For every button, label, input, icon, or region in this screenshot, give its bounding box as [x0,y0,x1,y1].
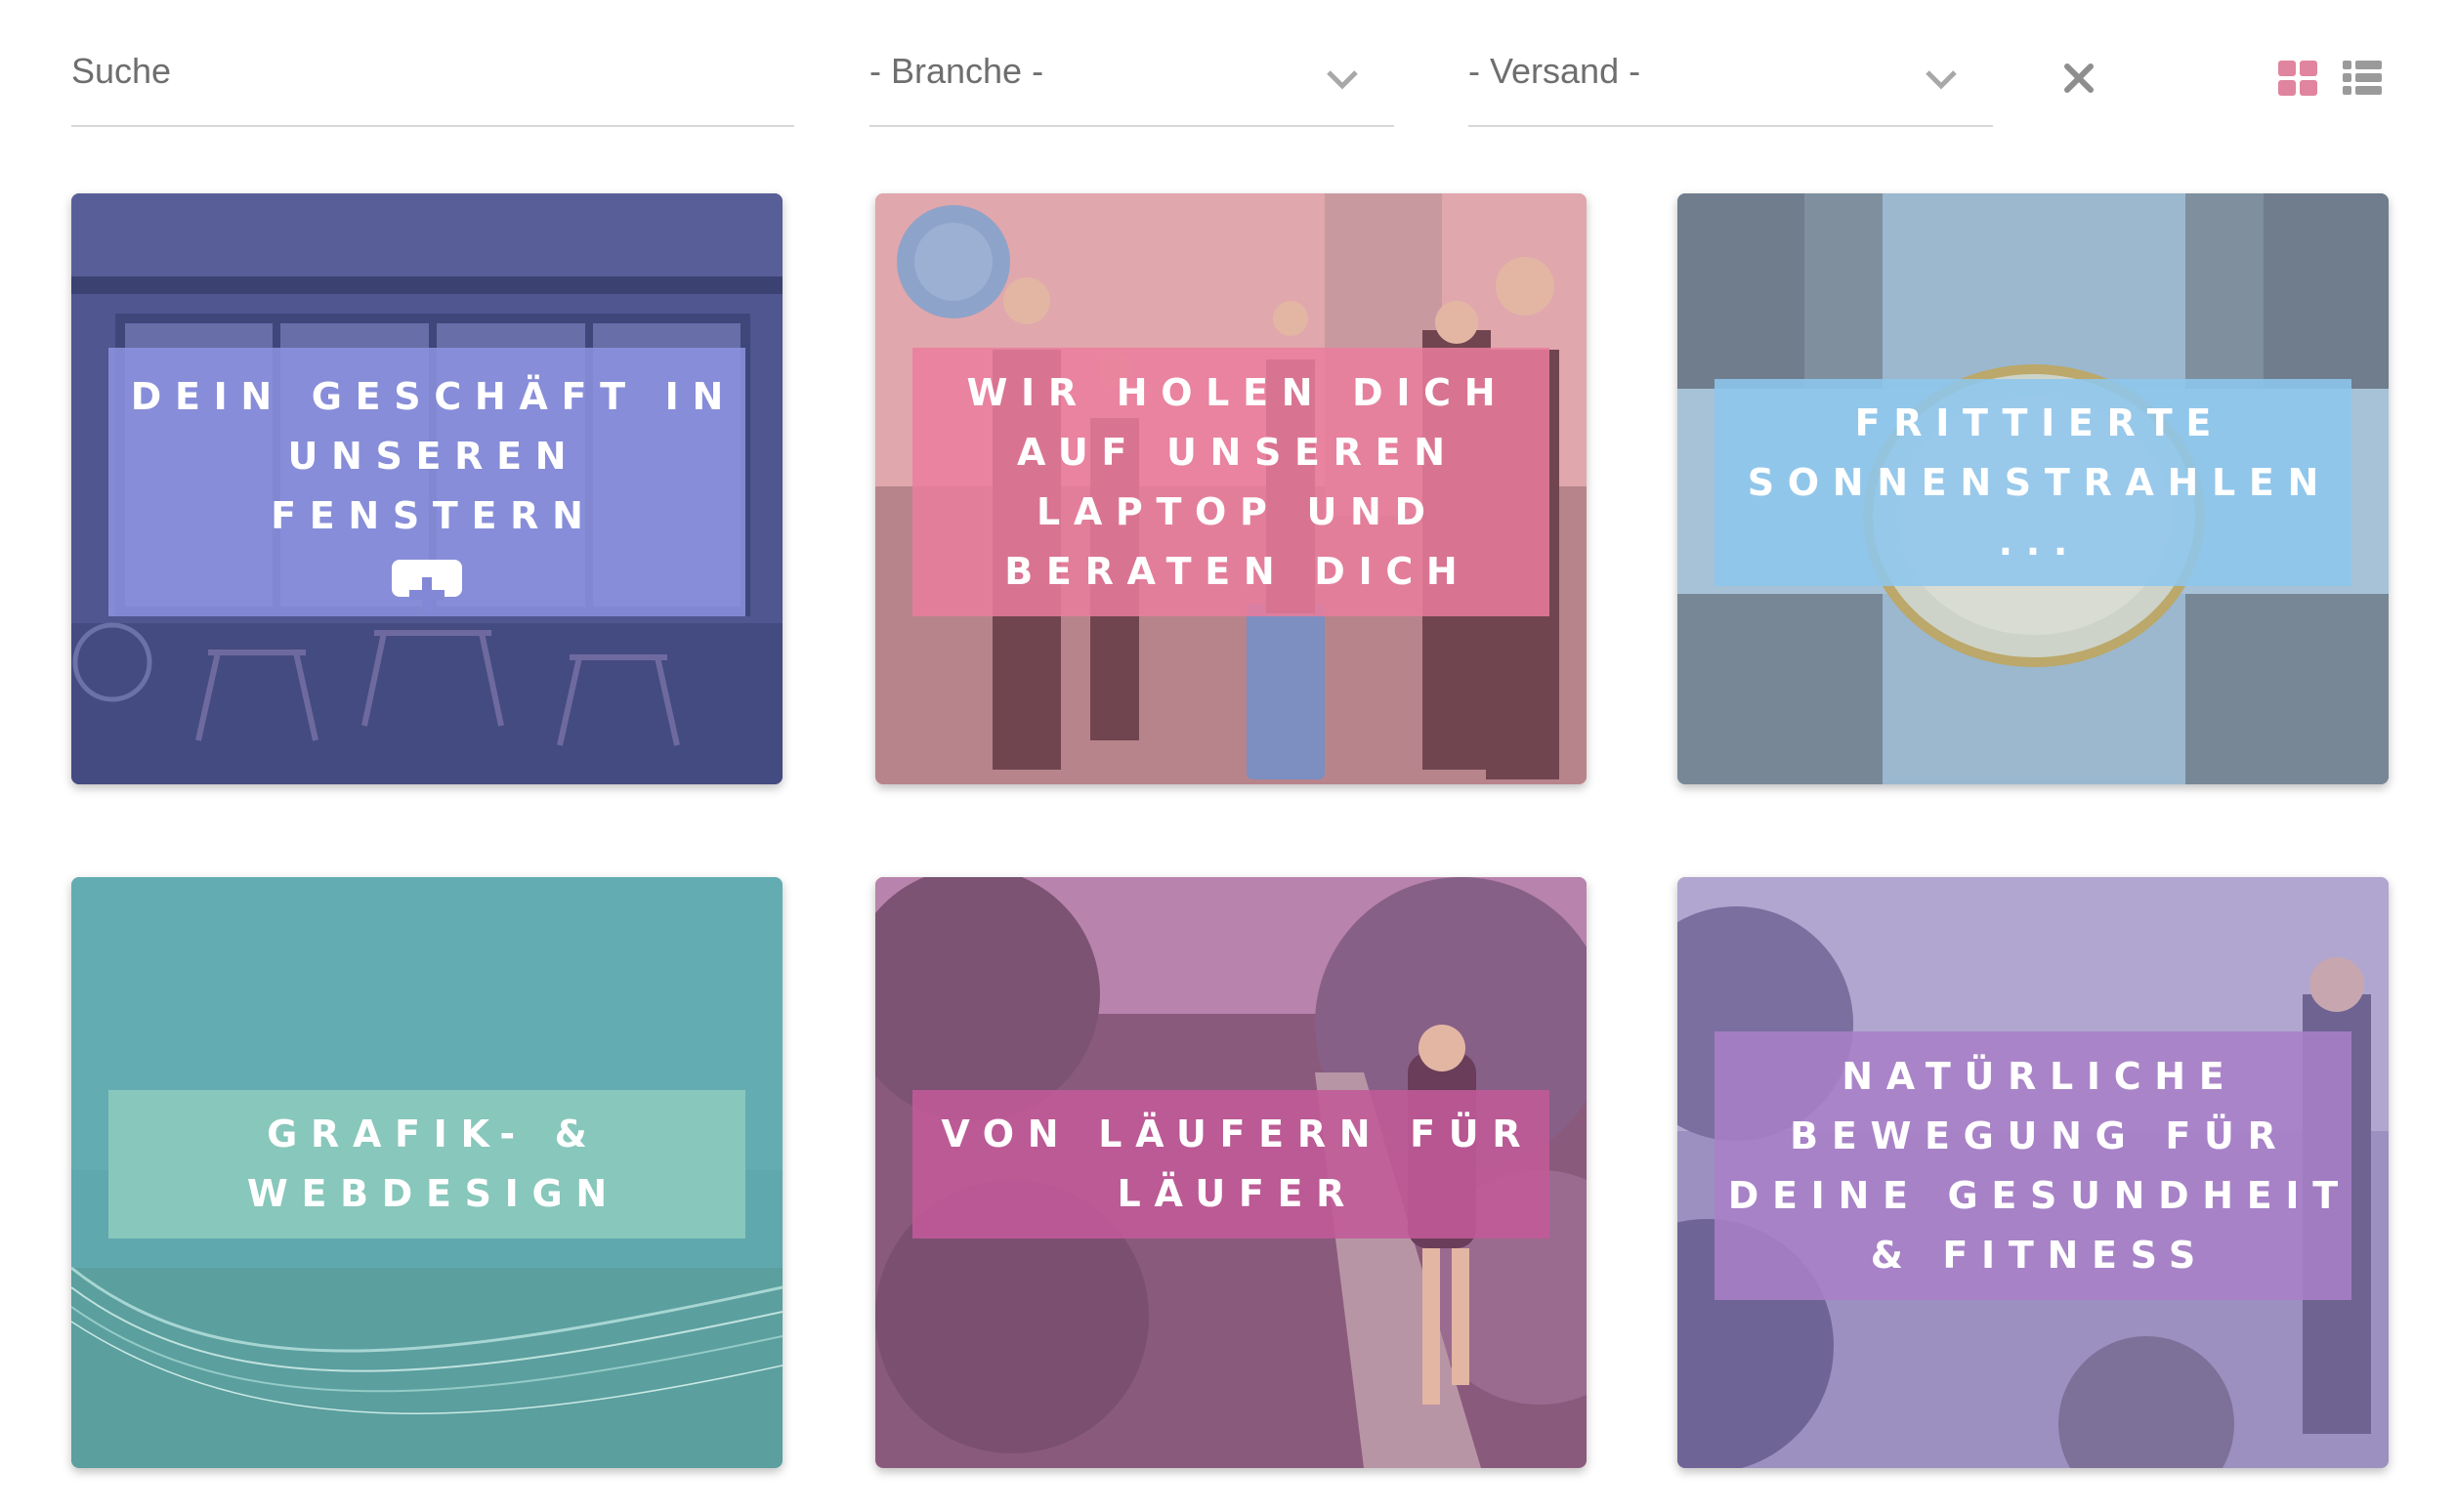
list-view-icon[interactable] [2343,61,2382,96]
chevron-down-icon [1926,70,1957,90]
plus-icon[interactable] [392,560,462,612]
search-placeholder: Suche [71,51,172,91]
card-fried-sunbeams[interactable]: FRITTIERTE SONNENSTRAHLEN ... [1677,193,2389,784]
close-icon[interactable] [2061,61,2096,96]
card-title-box: VON LÄUFERN FÜR LÄUFER [912,1090,1549,1239]
card-title-box: GRAFIK- & WEBDESIGN [108,1090,745,1239]
search-field[interactable]: Suche [71,39,794,127]
card-runners[interactable]: VON LÄUFERN FÜR LÄUFER [875,877,1587,1468]
card-title: VON LÄUFERN FÜR LÄUFER [941,1113,1535,1215]
card-title: NATÜRLICHE BEWEGUNG FÜR DEINE GESUNDHEIT… [1727,1054,2351,1277]
chevron-down-icon [1327,70,1358,90]
branche-dropdown-label: - Branche - [869,51,1044,91]
card-laptop-consulting[interactable]: WIR HOLEN DICH AUF UNSEREN LAPTOP UND BE… [875,193,1587,784]
card-title-box: NATÜRLICHE BEWEGUNG FÜR DEINE GESUNDHEIT… [1715,1031,2351,1300]
versand-dropdown-label: - Versand - [1468,51,1641,91]
grid-view-icon[interactable] [2278,61,2317,96]
card-title: WIR HOLEN DICH AUF UNSEREN LAPTOP UND BE… [966,370,1509,593]
card-graphic-webdesign[interactable]: GRAFIK- & WEBDESIGN [71,877,783,1468]
card-natural-movement[interactable]: NATÜRLICHE BEWEGUNG FÜR DEINE GESUNDHEIT… [1677,877,2389,1468]
versand-dropdown[interactable]: - Versand - [1468,39,1993,127]
card-title: DEIN GESCHÄFT IN UNSEREN FENSTERN [130,375,737,537]
card-title: FRITTIERTE SONNENSTRAHLEN ... [1747,400,2332,564]
card-title-box: WIR HOLEN DICH AUF UNSEREN LAPTOP UND BE… [912,348,1549,616]
card-title: GRAFIK- & WEBDESIGN [246,1113,620,1215]
card-shop-windows[interactable]: DEIN GESCHÄFT IN UNSEREN FENSTERN [71,193,783,784]
branche-dropdown[interactable]: - Branche - [869,39,1394,127]
card-title-box: FRITTIERTE SONNENSTRAHLEN ... [1715,379,2351,586]
card-title-box: DEIN GESCHÄFT IN UNSEREN FENSTERN [108,348,745,616]
